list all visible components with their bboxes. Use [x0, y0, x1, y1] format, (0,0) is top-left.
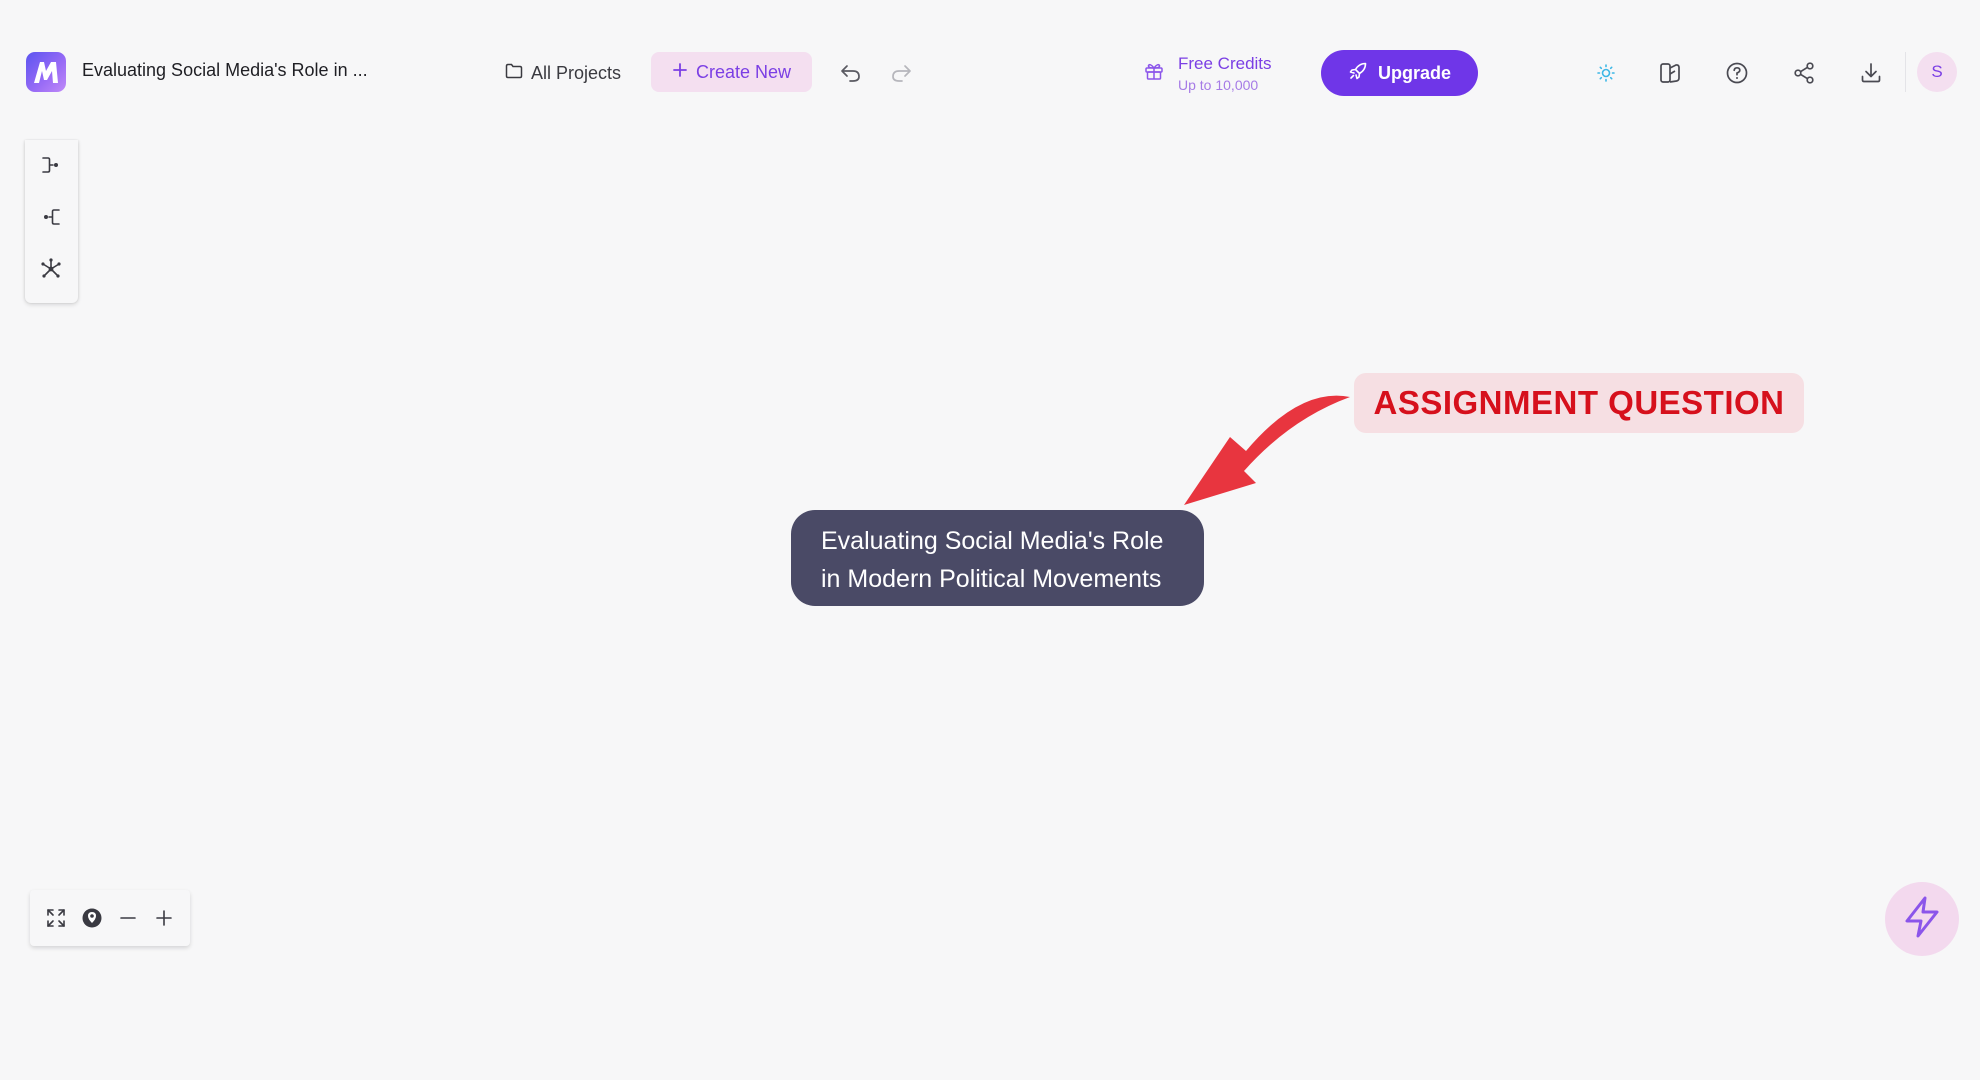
- lightning-icon: [1901, 895, 1943, 944]
- layout-toolbar: [25, 140, 78, 303]
- redo-icon[interactable]: [886, 58, 916, 88]
- gift-icon: [1144, 61, 1164, 86]
- top-bar: Evaluating Social Media's Role in ... Al…: [0, 0, 1980, 145]
- annotation-label: ASSIGNMENT QUESTION: [1354, 373, 1804, 433]
- credits-title: Free Credits: [1178, 53, 1272, 73]
- layout-left-icon[interactable]: [37, 203, 65, 231]
- zoom-in-icon[interactable]: [150, 904, 178, 932]
- folder-icon: [505, 63, 523, 84]
- central-topic-line-2: in Modern Political Movements: [821, 565, 1162, 593]
- upgrade-button[interactable]: Upgrade: [1321, 50, 1478, 96]
- all-projects-link[interactable]: All Projects: [505, 56, 621, 90]
- locate-icon[interactable]: [78, 904, 106, 932]
- layout-panel-icon[interactable]: [1654, 57, 1686, 89]
- share-icon[interactable]: [1788, 57, 1820, 89]
- all-projects-label: All Projects: [531, 62, 622, 83]
- header-divider: [1905, 52, 1906, 92]
- help-icon[interactable]: [1721, 57, 1753, 89]
- central-topic-node[interactable]: Evaluating Social Media's Role in Modern…: [791, 510, 1204, 606]
- download-icon[interactable]: [1855, 57, 1887, 89]
- credits-subtitle: Up to 10,000: [1178, 76, 1259, 93]
- rocket-icon: [1348, 61, 1368, 86]
- fit-screen-icon[interactable]: [42, 904, 70, 932]
- annotation-arrow-icon: [1184, 395, 1350, 505]
- avatar[interactable]: S: [1917, 52, 1957, 92]
- central-topic-line-1: Evaluating Social Media's Role: [821, 527, 1164, 555]
- upgrade-label: Upgrade: [1377, 62, 1451, 83]
- document-title[interactable]: Evaluating Social Media's Role in ...: [82, 60, 368, 81]
- plus-icon: [672, 62, 688, 83]
- layout-right-icon[interactable]: [37, 151, 65, 179]
- theme-sun-icon[interactable]: [1590, 57, 1622, 89]
- layout-radial-icon[interactable]: [37, 255, 65, 283]
- zoom-out-icon[interactable]: [114, 904, 142, 932]
- free-credits[interactable]: Free Credits Up to 10,000: [1144, 50, 1272, 96]
- ai-assistant-button[interactable]: [1885, 882, 1959, 956]
- undo-icon[interactable]: [836, 58, 866, 88]
- logo-icon[interactable]: [26, 52, 66, 92]
- create-new-button[interactable]: Create New: [651, 52, 812, 92]
- create-new-label: Create New: [695, 61, 792, 82]
- zoom-toolbar: [30, 890, 190, 946]
